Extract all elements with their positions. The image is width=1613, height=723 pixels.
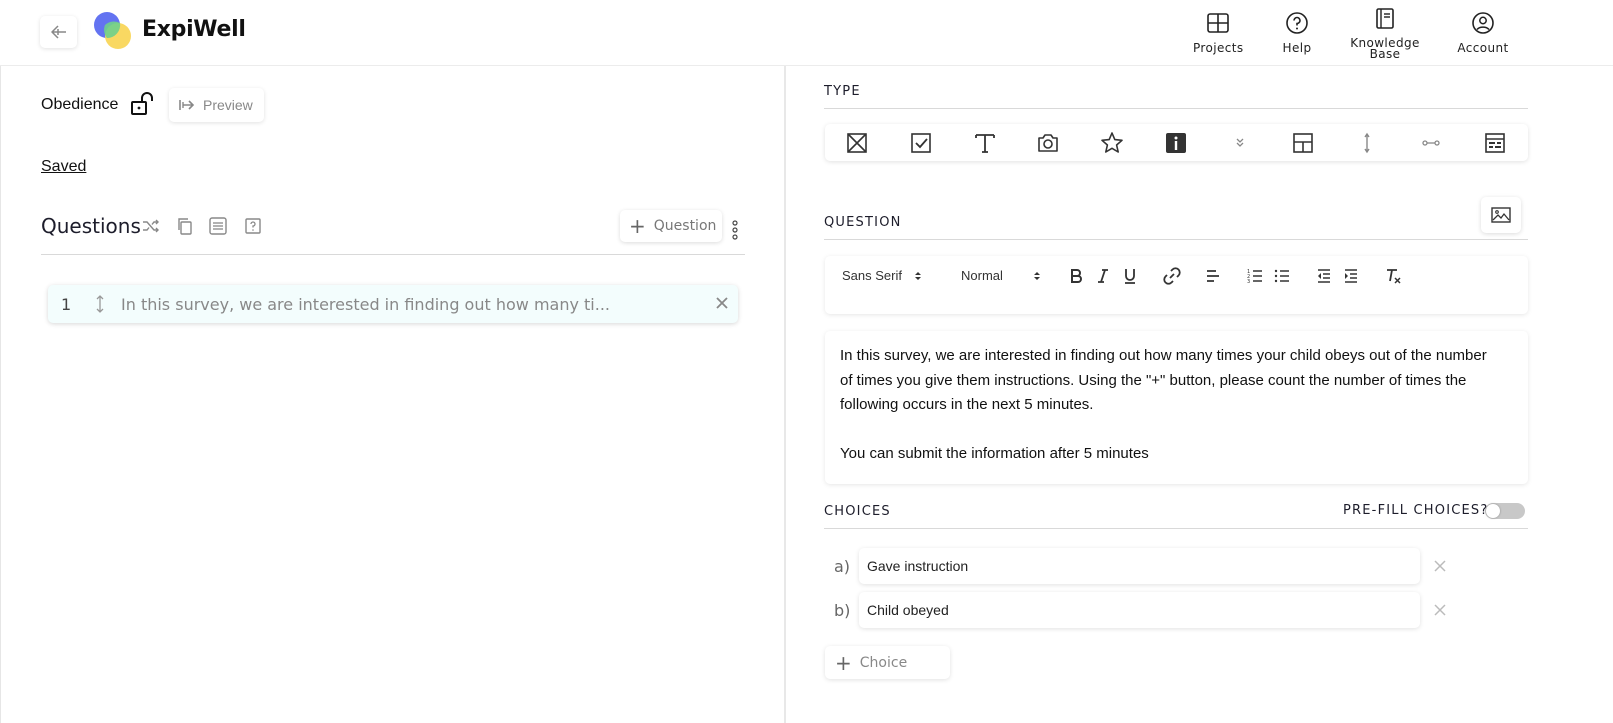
camera-icon[interactable] <box>1036 131 1060 155</box>
multiple-choice-icon[interactable] <box>845 131 869 155</box>
more-options-icon[interactable] <box>731 220 739 240</box>
question-text-line-4: You can submit the information after 5 m… <box>840 444 1149 462</box>
info-icon[interactable] <box>1164 131 1188 155</box>
align-left-icon[interactable] <box>1204 267 1222 285</box>
list-icon[interactable] <box>208 216 228 236</box>
bold-icon[interactable] <box>1067 267 1085 285</box>
unlock-icon[interactable] <box>129 91 155 117</box>
underline-icon[interactable] <box>1121 267 1139 285</box>
book-icon <box>1376 8 1394 29</box>
font-size-value: Normal <box>961 268 1003 283</box>
nav-help-label: Help <box>1282 41 1312 55</box>
choice-input[interactable]: Gave instruction <box>859 548 1420 584</box>
question-editor-panel: TYPE QUESTION Sans Serif Normal 1 2 3 In… <box>786 66 1613 723</box>
nav-help[interactable]: Help <box>1281 10 1313 54</box>
nav-account-label: Account <box>1457 41 1509 55</box>
copy-icon[interactable] <box>175 216 195 236</box>
font-family-select[interactable]: Sans Serif <box>842 268 922 283</box>
brand-name: ExpiWell <box>142 17 246 42</box>
clear-format-icon[interactable] <box>1384 267 1402 285</box>
delete-choice-icon[interactable] <box>1433 603 1447 617</box>
question-text-line-1: In this survey, we are interested in fin… <box>840 347 1487 364</box>
svg-text:3: 3 <box>1247 279 1250 285</box>
prefill-choices-label: PRE-FILL CHOICES? <box>1343 503 1489 518</box>
question-divider <box>824 239 1528 240</box>
font-size-select[interactable]: Normal <box>961 268 1041 283</box>
choices-divider <box>824 528 1528 529</box>
horizontal-slider-icon[interactable] <box>1419 131 1443 155</box>
question-type-bar <box>825 124 1528 161</box>
help-icon <box>1286 12 1308 34</box>
preview-label: Preview <box>203 97 253 113</box>
question-row[interactable]: 1 In this survey, we are interested in f… <box>48 285 738 323</box>
font-family-value: Sans Serif <box>842 268 902 283</box>
nav-knowledge-base[interactable]: Knowledge Base <box>1350 6 1420 60</box>
plus-icon: + <box>835 650 852 675</box>
star-icon[interactable] <box>1100 131 1124 155</box>
add-image-button[interactable] <box>1481 197 1521 233</box>
choice-letter: b) <box>834 601 851 620</box>
prefill-choices-toggle[interactable] <box>1485 503 1525 519</box>
back-button[interactable] <box>40 16 77 48</box>
add-choice-label: Choice <box>859 654 908 671</box>
question-heading: QUESTION <box>824 215 902 230</box>
shuffle-icon[interactable] <box>141 216 161 236</box>
drag-handle-icon[interactable] <box>94 295 106 313</box>
top-header: ExpiWell Projects Help Knowledge Base Ac… <box>0 0 1613 66</box>
expiwell-logo <box>94 12 131 49</box>
delete-question-icon[interactable] <box>714 295 730 311</box>
back-arrow-icon <box>50 25 66 39</box>
question-number: 1 <box>61 295 72 314</box>
layout-grid-icon[interactable] <box>1291 131 1315 155</box>
table-icon[interactable] <box>1483 131 1507 155</box>
preview-icon <box>179 100 195 110</box>
text-icon[interactable] <box>973 131 997 155</box>
nav-account[interactable]: Account <box>1457 10 1509 54</box>
choice-input[interactable]: Child obeyed <box>859 592 1420 628</box>
question-text-editor[interactable]: In this survey, we are interested in fin… <box>825 331 1528 484</box>
add-choice-button[interactable]: + Choice <box>825 646 950 679</box>
nav-projects-label: Projects <box>1193 41 1244 55</box>
select-arrows-icon <box>914 271 921 280</box>
text-format-toolbar: Sans Serif Normal 1 2 3 <box>825 256 1528 314</box>
type-heading: TYPE <box>824 84 861 99</box>
delete-choice-icon[interactable] <box>1433 559 1447 573</box>
plus-icon: + <box>629 214 646 238</box>
add-question-button[interactable]: + Question <box>620 210 722 242</box>
saved-status[interactable]: Saved <box>41 158 86 176</box>
survey-name: Obedience <box>41 96 119 113</box>
nav-knowledge-label-2: Base <box>1369 47 1401 61</box>
questions-panel: Obedience Preview Saved Questions + Ques… <box>0 66 784 723</box>
checkbox-icon[interactable] <box>909 131 933 155</box>
question-text-line-2: of times you give them instructions. Usi… <box>840 371 1467 389</box>
select-arrows-icon <box>1033 271 1040 280</box>
link-icon[interactable] <box>1163 267 1181 285</box>
questions-heading: Questions <box>41 214 141 238</box>
question-text-line-3: following occurs in the next 5 minutes. <box>840 396 1094 413</box>
add-question-label: Question <box>653 218 717 234</box>
nav-projects[interactable]: Projects <box>1193 10 1243 54</box>
questions-divider <box>41 254 745 255</box>
dropdown-icon[interactable] <box>1228 131 1252 155</box>
toggle-knob <box>1486 504 1500 518</box>
account-icon <box>1472 12 1494 34</box>
ordered-list-icon[interactable]: 1 2 3 <box>1246 267 1264 285</box>
italic-icon[interactable] <box>1094 267 1112 285</box>
choice-letter: a) <box>834 557 851 576</box>
type-divider <box>824 108 1528 109</box>
vertical-slider-icon[interactable] <box>1355 131 1379 155</box>
question-text-preview: In this survey, we are interested in fin… <box>121 295 611 314</box>
preview-button[interactable]: Preview <box>169 88 264 122</box>
grid-icon <box>1207 13 1229 33</box>
bullet-list-icon[interactable] <box>1273 267 1291 285</box>
image-icon <box>1491 207 1511 223</box>
question-box-icon[interactable] <box>243 216 263 236</box>
outdent-icon[interactable] <box>1315 267 1333 285</box>
indent-icon[interactable] <box>1342 267 1360 285</box>
choices-heading: CHOICES <box>824 504 891 519</box>
